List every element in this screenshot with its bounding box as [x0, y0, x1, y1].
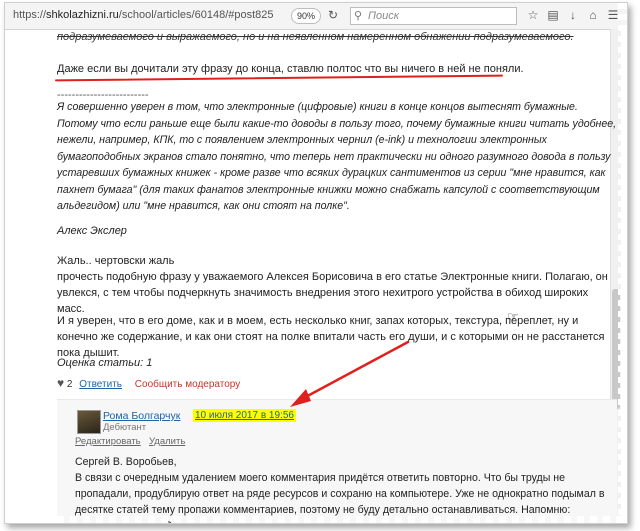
heart-icon[interactable]: ♥ [57, 376, 64, 390]
torn-edge-bottom [5, 516, 627, 523]
zoom-level[interactable]: 90% [291, 8, 321, 24]
comment-date[interactable]: 10 июля 2017 в 19:56 [193, 409, 296, 422]
comment: Рома Болгарчук Дебютант 10 июля 2017 в 1… [57, 399, 617, 523]
url-prefix: https:// [13, 9, 47, 21]
address-bar[interactable]: https://shkolazhizni.ru/school/articles/… [13, 9, 274, 21]
bookmark-star-icon[interactable]: ☆ [525, 7, 541, 23]
url-host: shkolazhizni.ru [46, 9, 119, 21]
comment-author-role: Дебютант [103, 422, 147, 433]
mouse-cursor-icon: ☞ [507, 309, 519, 324]
exler-quote: Я совершенно уверен в том, что электронн… [57, 101, 617, 212]
article-rating: Оценка статьи: 1 [57, 357, 153, 369]
post-actions: ♥ 2 Ответить Сообщить модератору [57, 376, 240, 390]
edit-comment-link[interactable]: Редактировать [75, 436, 141, 447]
report-moderator-link[interactable]: Сообщить модератору [135, 379, 240, 390]
delete-comment-link[interactable]: Удалить [149, 436, 185, 447]
refresh-icon[interactable]: ↻ [325, 7, 341, 23]
avatar[interactable] [77, 410, 101, 434]
search-placeholder: Поиск [368, 10, 399, 22]
search-icon: ⚲ [354, 10, 363, 22]
torn-edge-right [618, 3, 627, 523]
paragraph-1: Жаль.. чертовски жаль прочесть подобную … [57, 253, 617, 317]
struck-text-line: подразумеваемого и выражаемого, но и на … [57, 31, 574, 43]
reading-list-icon[interactable]: ▤ [545, 7, 561, 23]
home-icon[interactable]: ⌂ [585, 7, 601, 23]
screenshot-frame: https://shkolazhizni.ru/school/articles/… [4, 2, 628, 524]
paragraph-1-line-1: Жаль.. чертовски жаль [57, 255, 175, 267]
download-icon[interactable]: ↓ [565, 7, 581, 23]
paragraph-1-line-2: прочесть подобную фразу у уважаемого Але… [57, 271, 608, 315]
search-input[interactable]: ⚲ Поиск [350, 7, 517, 25]
quote-author: Алекс Экслер [57, 225, 127, 237]
reply-link[interactable]: Ответить [79, 379, 122, 390]
like-count: 2 [66, 379, 73, 390]
paragraph-2: И я уверен, что в его доме, как и в моем… [57, 315, 605, 359]
browser-toolbar: https://shkolazhizni.ru/school/articles/… [5, 3, 627, 30]
url-path: /school/articles/60148/#post825 [118, 9, 274, 21]
comment-author-name[interactable]: Рома Болгарчук [103, 410, 180, 422]
comment-text: Сергей В. Воробьев, В связи с очередным … [75, 456, 605, 523]
